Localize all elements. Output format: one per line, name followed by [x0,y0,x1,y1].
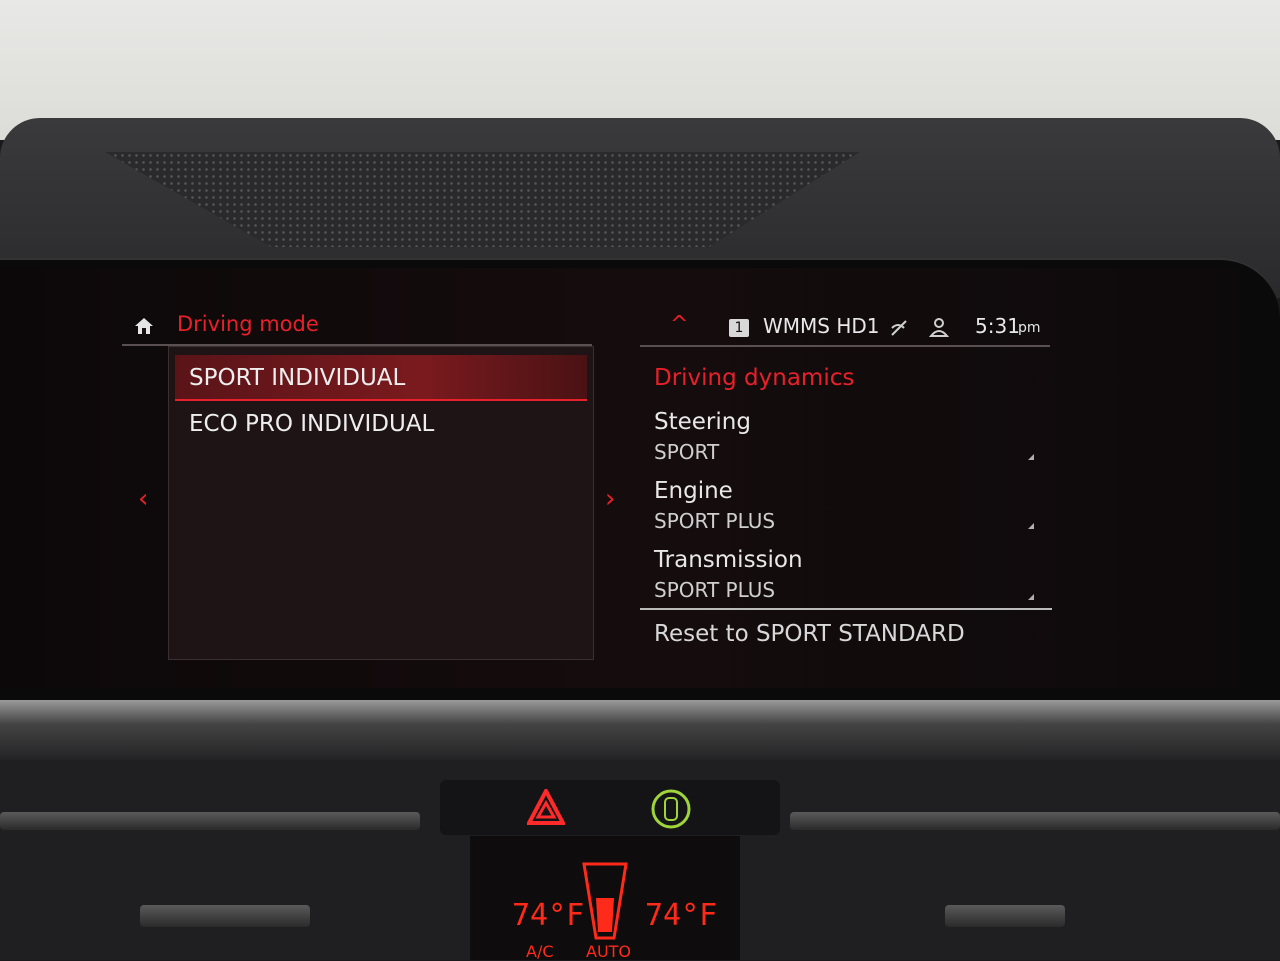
option-engine-value: SPORT PLUS [654,509,776,533]
reset-button[interactable]: Reset to SPORT STANDARD [654,621,965,647]
mute-icon [891,320,907,336]
option-steering-value: SPORT [654,440,720,464]
option-engine-label[interactable]: Engine [654,478,733,504]
mode-item-sport-individual[interactable]: SPORT INDIVIDUAL [175,355,587,401]
option-steering-label[interactable]: Steering [654,409,751,435]
vent-tab-left[interactable] [140,905,310,927]
corner-indicator-icon [1028,523,1034,529]
right-temperature: 74°F [645,898,718,933]
reset-divider [640,608,1052,610]
ac-label: A/C [526,942,554,961]
driving-dynamics-title: Driving dynamics [654,365,855,391]
status-divider [640,345,1050,347]
option-transmission-value: SPORT PLUS [654,578,776,602]
chevron-right-icon[interactable]: › [605,484,615,514]
clock-time: 5:31 [975,314,1020,338]
chevron-up-icon[interactable]: ^ [670,312,688,337]
option-transmission-label[interactable]: Transmission [654,547,803,573]
mode-list: SPORT INDIVIDUAL ECO PRO INDIVIDUAL [168,346,594,660]
fan-level-icon [582,862,628,940]
chrome-trim [0,700,1280,760]
door-lock-icon[interactable] [650,789,692,829]
left-temperature: 74°F [512,898,585,933]
preset-badge: 1 [729,319,749,337]
hazard-panel [440,780,780,835]
hazard-icon[interactable] [527,789,565,825]
chevron-left-icon[interactable]: ‹ [138,484,148,514]
mode-item-eco-pro-individual[interactable]: ECO PRO INDIVIDUAL [189,411,434,437]
clock-ampm: pm [1018,320,1041,336]
auto-label: AUTO [586,942,632,961]
air-vent-left [0,812,420,830]
radio-station: WMMS HD1 [763,314,880,338]
corner-indicator-icon [1028,594,1034,600]
vent-tab-right[interactable] [945,905,1065,927]
page-title: Driving mode [177,312,319,336]
corner-indicator-icon [1028,454,1034,460]
user-profile-icon [928,318,950,337]
air-vent-right [790,812,1280,830]
home-icon[interactable] [132,314,156,338]
